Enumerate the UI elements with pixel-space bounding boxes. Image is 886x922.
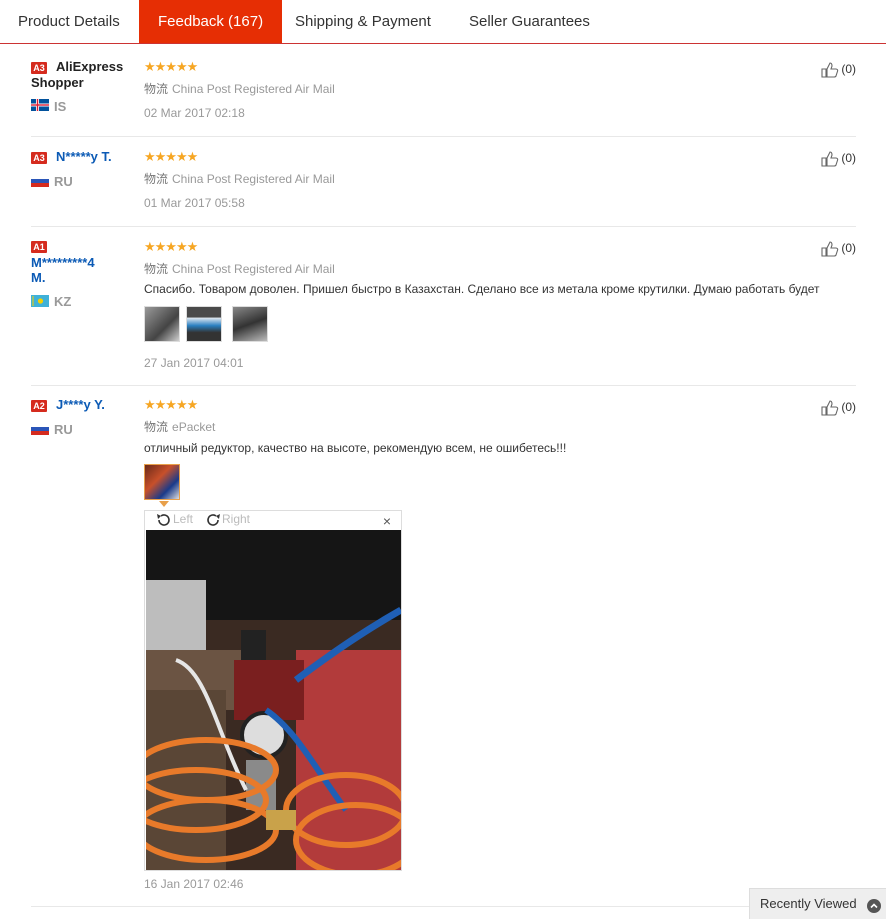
- logistics-label: 物流: [144, 172, 169, 186]
- photo-viewer: Left Right ×: [144, 510, 402, 871]
- review-date: 02 Mar 2017 02:18: [144, 106, 245, 120]
- rotate-right-icon: [207, 514, 220, 526]
- buyer-country: RU: [54, 174, 73, 189]
- review-date: 16 Jan 2017 02:46: [144, 877, 244, 891]
- star-rating: ★★★★★: [144, 59, 198, 74]
- tab-product-details[interactable]: Product Details: [18, 0, 120, 43]
- shipping-name: China Post Registered Air Mail: [172, 262, 335, 276]
- chevron-up-icon: [867, 899, 881, 913]
- shipping-method: 物流 China Post Registered Air Mail: [144, 80, 335, 97]
- thumbs-up-icon[interactable]: [821, 62, 839, 78]
- thumbs-up-icon[interactable]: [821, 151, 839, 167]
- shipping-method: 物流 China Post Registered Air Mail: [144, 170, 335, 187]
- helpful-count: (0): [841, 400, 856, 415]
- buyer-level-badge: A1: [31, 241, 47, 253]
- logistics-label: 物流: [144, 82, 169, 96]
- close-icon[interactable]: ×: [383, 513, 391, 529]
- buyer-name-line2[interactable]: M.: [31, 270, 45, 285]
- logistics-label: 物流: [144, 420, 169, 434]
- tab-seller-guarantees[interactable]: Seller Guarantees: [469, 0, 590, 43]
- buyer-country: RU: [54, 422, 73, 437]
- helpful-count: (0): [841, 241, 856, 256]
- star-rating: ★★★★★: [144, 239, 198, 254]
- buyer-country: KZ: [54, 294, 72, 309]
- photo-viewer-toolbar: Left Right ×: [145, 511, 401, 530]
- flag-ru-icon: [31, 175, 49, 187]
- helpful-button[interactable]: (0): [821, 62, 856, 78]
- shipping-method: 物流 ePacket: [144, 418, 215, 435]
- buyer-name[interactable]: M*********4: [31, 255, 95, 270]
- review-photo-large: [146, 530, 401, 870]
- buyer-name-line2[interactable]: Shopper: [31, 75, 84, 90]
- buyer-country: IS: [54, 99, 67, 114]
- buyer-name[interactable]: N*****y T.: [56, 149, 112, 164]
- buyer-level-badge: A2: [31, 400, 47, 412]
- shipping-name: China Post Registered Air Mail: [172, 172, 335, 186]
- buyer-level-badge: A3: [31, 152, 47, 164]
- star-rating: ★★★★★: [144, 149, 198, 164]
- buyer-name[interactable]: J****y Y.: [56, 397, 105, 412]
- review-item: A3 N*****y T. RU ★★★★★ 物流 China Post Regi…: [31, 137, 856, 227]
- rotate-left-label: Left: [173, 512, 194, 527]
- thumbs-up-icon[interactable]: [821, 241, 839, 257]
- star-rating: ★★★★★: [144, 397, 198, 412]
- helpful-count: (0): [841, 151, 856, 166]
- review-date: 27 Jan 2017 04:01: [144, 356, 244, 370]
- review-photo-thumbnail[interactable]: [144, 306, 180, 342]
- regulator-photo: [146, 530, 401, 870]
- buyer-name[interactable]: AliExpress: [56, 59, 123, 74]
- review-text: Спасибо. Товаром доволен. Пришел быстро …: [144, 282, 820, 296]
- caret-up-icon: [159, 501, 169, 507]
- buyer-level-badge: A3: [31, 62, 47, 74]
- tab-shipping-payment[interactable]: Shipping & Payment: [295, 0, 431, 43]
- review-photo-thumbnail[interactable]: [232, 306, 268, 342]
- flag-ru-icon: [31, 423, 49, 435]
- shipping-name: ePacket: [172, 420, 216, 434]
- review-photo-thumbnail[interactable]: [186, 306, 222, 342]
- shipping-method: 物流 China Post Registered Air Mail: [144, 260, 335, 277]
- helpful-count: (0): [841, 62, 856, 77]
- shipping-name: China Post Registered Air Mail: [172, 82, 335, 96]
- recently-viewed-button[interactable]: Recently Viewed: [749, 888, 886, 919]
- review-photo-thumbnail-selected[interactable]: [144, 464, 180, 500]
- recently-viewed-label: Recently Viewed: [760, 896, 857, 911]
- helpful-button[interactable]: (0): [821, 151, 856, 167]
- rotate-right-label: Right: [222, 512, 251, 527]
- review-date: 01 Mar 2017 05:58: [144, 196, 245, 210]
- helpful-button[interactable]: (0): [821, 400, 856, 416]
- thumbs-up-icon[interactable]: [821, 400, 839, 416]
- logistics-label: 物流: [144, 262, 169, 276]
- tab-feedback[interactable]: Feedback (167): [139, 0, 283, 43]
- review-item: A1 M*********4 M. KZ ★★★★★ 物流 China Post …: [31, 227, 856, 386]
- rotate-left-icon: [157, 514, 170, 526]
- rotate-left-button[interactable]: Left: [155, 512, 193, 528]
- review-item: A3 AliExpress Shopper IS ★★★★★ 物流 China P…: [31, 44, 856, 137]
- rotate-right-button[interactable]: Right: [204, 512, 250, 528]
- tab-bar: Product Details Feedback (167) Shipping …: [0, 0, 886, 44]
- flag-kz-icon: [31, 295, 49, 307]
- flag-is-icon: [31, 99, 49, 111]
- review-text: отличный редуктор, качество на высоте, р…: [144, 441, 567, 455]
- helpful-button[interactable]: (0): [821, 241, 856, 257]
